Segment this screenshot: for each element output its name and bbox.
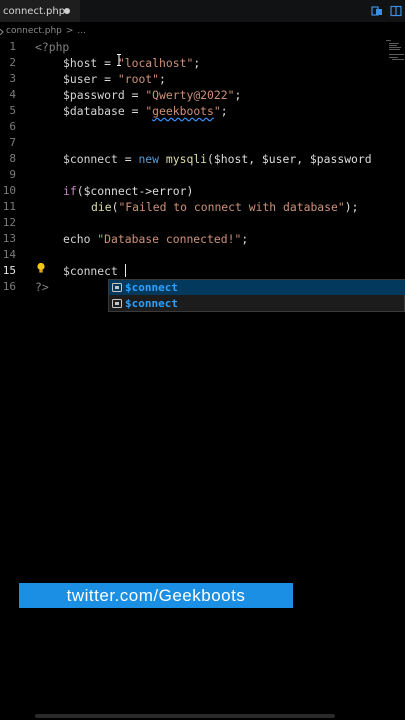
banner-text: twitter.com/Geekboots <box>66 585 246 605</box>
code-line-3[interactable]: $user = "root"; <box>63 71 166 87</box>
minimap-line <box>389 43 399 44</box>
minimap-line <box>389 47 401 48</box>
code-line-8[interactable]: $connect = new mysqli($host, $user, $pas… <box>63 151 372 167</box>
unsaved-dot-icon[interactable] <box>64 8 70 14</box>
code-token: ; <box>159 72 166 86</box>
horizontal-scrollbar[interactable] <box>35 714 335 718</box>
line-number: 4 <box>9 88 16 101</box>
code-token: ($host, $user, $password <box>207 152 372 166</box>
line-number: 14 <box>2 248 16 261</box>
tab-label: connect.php <box>3 5 66 17</box>
breadcrumb-separator: > <box>65 25 74 36</box>
code-token: if <box>63 184 77 198</box>
code-token: echo <box>63 232 91 246</box>
line-number: 13 <box>2 232 16 245</box>
variable-icon <box>112 299 122 308</box>
line-number: 3 <box>9 72 16 85</box>
code-token: ; <box>234 88 242 102</box>
code-line-1[interactable]: <?php <box>35 39 69 55</box>
breadcrumb-more[interactable]: ... <box>77 26 86 36</box>
compare-changes-icon[interactable] <box>371 5 383 17</box>
line-number: 7 <box>9 136 16 149</box>
code-token: " <box>213 104 221 118</box>
minimap-line <box>389 54 404 55</box>
minimap-line <box>386 40 391 41</box>
suggestion-item[interactable]: $connect <box>109 296 405 311</box>
code-token: mysqli <box>159 152 208 166</box>
line-number: 6 <box>9 120 16 133</box>
code-token: $host <box>63 56 98 70</box>
line-number: 12 <box>2 216 16 229</box>
tab-connect-php[interactable]: connect.php <box>0 0 80 22</box>
code-token: "Qwerty@2022" <box>145 88 235 102</box>
line-number: 10 <box>2 184 16 197</box>
code-token: $connect <box>63 264 118 278</box>
minimap-line <box>389 45 397 46</box>
code-token: "localhost" <box>117 56 194 70</box>
line-number: 2 <box>9 56 16 69</box>
code-token: "Database connected!" <box>90 232 242 246</box>
code-token: new <box>138 152 160 166</box>
minimap[interactable] <box>384 40 404 64</box>
code-token: ; <box>241 232 249 246</box>
code-token: $user <box>63 72 98 86</box>
line-number: 11 <box>2 200 16 213</box>
code-line-2[interactable]: $host = "localhost"; <box>63 55 200 71</box>
code-token: $password <box>63 88 125 102</box>
code-token: = <box>124 104 146 118</box>
line-number: 5 <box>9 104 16 117</box>
code-token: ; <box>220 104 228 118</box>
code-token: $connect <box>63 152 118 166</box>
twitter-handle-banner: twitter.com/Geekboots <box>19 583 293 608</box>
code-token: = <box>124 88 146 102</box>
line-number: 8 <box>9 152 16 165</box>
minimap-line <box>389 49 400 50</box>
code-token: = <box>97 56 118 70</box>
line-number: 1 <box>9 40 16 53</box>
spelling-warning[interactable]: geekboots <box>152 104 214 118</box>
code-line-15[interactable]: $connect <box>63 263 118 279</box>
code-token: ; <box>193 56 201 70</box>
code-token: ); <box>344 200 359 214</box>
code-token: die <box>91 200 112 214</box>
code-token: $database <box>63 104 125 118</box>
text-cursor <box>125 264 126 277</box>
chevron-right-icon <box>0 28 4 35</box>
suggestion-label: $connect <box>125 281 178 294</box>
code-token: ($connect->error) <box>76 184 194 198</box>
autocomplete-suggestions[interactable]: $connect $connect <box>108 279 405 312</box>
minimap-line <box>389 57 398 58</box>
code-token: = <box>97 72 118 86</box>
code-line-10[interactable]: if($connect->error) <box>63 183 193 199</box>
php-open-tag: <?php <box>35 40 70 54</box>
split-editor-icon[interactable] <box>390 5 402 17</box>
code-line-5[interactable]: $database = "geekboots"; <box>63 103 228 119</box>
suggestion-item[interactable]: $connect <box>109 280 405 295</box>
code-token: = <box>117 152 139 166</box>
code-token: "Failed to connect with database" <box>118 200 345 214</box>
code-line-16[interactable]: ?> <box>35 279 49 295</box>
code-line-13[interactable]: echo "Database connected!"; <box>63 231 248 247</box>
code-token: "root" <box>117 72 160 86</box>
mouse-ibeam-icon <box>117 54 121 66</box>
php-close-tag: ?> <box>35 280 49 294</box>
breadcrumb: connect.php > ... <box>0 22 405 39</box>
suggestion-label: $connect <box>125 297 178 310</box>
editor-tab-bar: connect.php <box>0 0 405 22</box>
line-number: 16 <box>2 280 16 293</box>
breadcrumb-file[interactable]: connect.php <box>6 26 62 36</box>
code-line-4[interactable]: $password = "Qwerty@2022"; <box>63 87 241 103</box>
variable-icon <box>112 283 122 292</box>
line-number: 9 <box>9 168 16 181</box>
lightbulb-icon[interactable] <box>36 262 46 274</box>
line-number-current: 15 <box>2 264 16 277</box>
code-line-11[interactable]: die("Failed to connect with database"); <box>91 199 358 215</box>
minimap-line <box>392 59 404 60</box>
